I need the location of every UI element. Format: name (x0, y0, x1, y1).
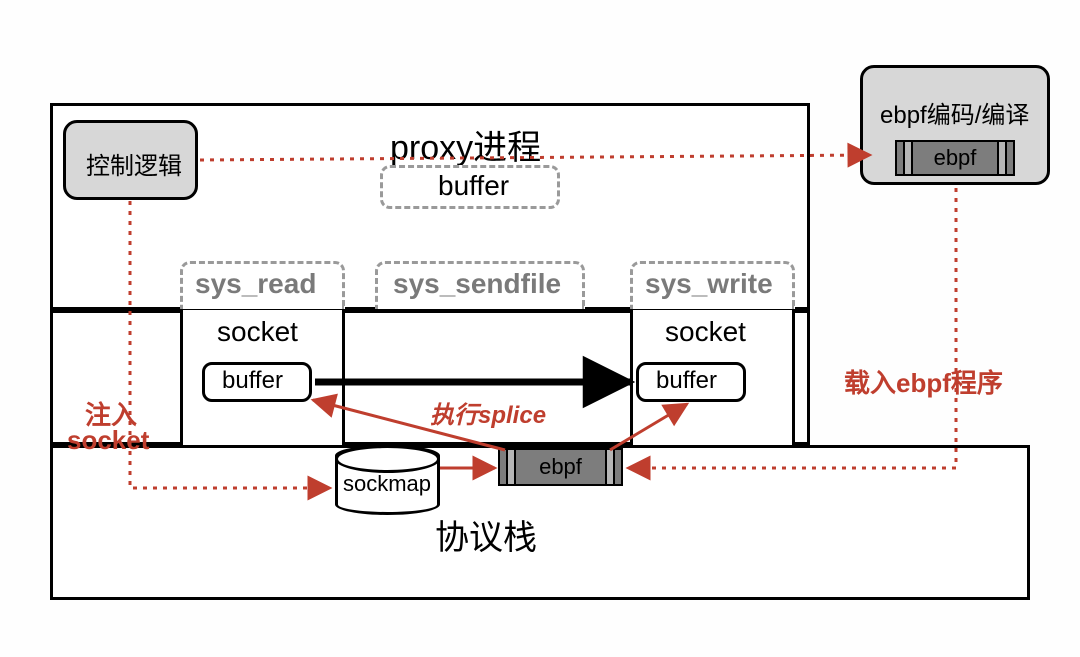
diagram-root: 控制逻辑 ebpf编码/编译 ebpf proxy进程 buffer sys_r… (0, 0, 1080, 657)
buffer-right-label: buffer (656, 367, 717, 395)
buffer-left-label: buffer (222, 367, 283, 395)
ebpf-cartridge-top-label: ebpf (897, 145, 1013, 171)
sys-write-label: sys_write (645, 268, 773, 300)
ebpf-cartridge-top: ebpf (895, 140, 1015, 176)
protocol-stack-label: 协议栈 (435, 510, 537, 559)
sys-sendfile-label: sys_sendfile (393, 268, 561, 300)
sys-read-label: sys_read (195, 268, 316, 300)
buffer-top-label: buffer (438, 170, 509, 202)
socket-left-label: socket (217, 316, 298, 348)
control-logic-label: 控制逻辑 (86, 146, 182, 181)
ebpf-cartridge-stack: ebpf (498, 448, 623, 486)
proxy-title: proxy进程 (390, 120, 541, 169)
inject-socket-l2: socket (67, 425, 149, 456)
exec-splice-label: 执行splice (430, 395, 546, 430)
sockmap-label: sockmap (343, 471, 431, 497)
ebpf-cartridge-stack-label: ebpf (500, 454, 621, 480)
socket-right-label: socket (665, 316, 746, 348)
load-ebpf-prog-label: 载入ebpf程序 (844, 363, 1003, 400)
ebpf-compile-label: ebpf编码/编译 (880, 95, 1029, 130)
